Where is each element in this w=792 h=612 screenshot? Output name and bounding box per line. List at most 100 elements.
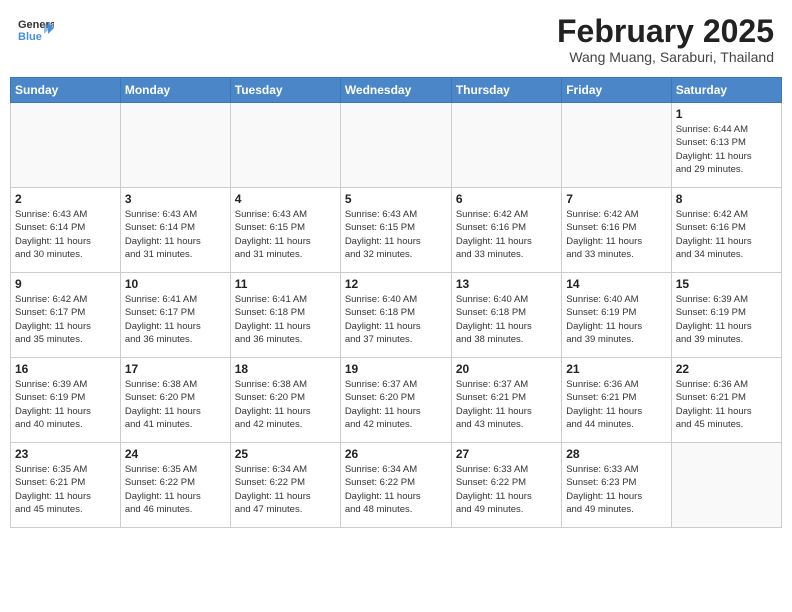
- day-info: Sunrise: 6:37 AM Sunset: 6:21 PM Dayligh…: [456, 378, 557, 431]
- day-number: 5: [345, 192, 447, 206]
- day-number: 17: [125, 362, 226, 376]
- page-header: General Blue February 2025 Wang Muang, S…: [10, 10, 782, 69]
- day-info: Sunrise: 6:41 AM Sunset: 6:17 PM Dayligh…: [125, 293, 226, 346]
- day-info: Sunrise: 6:39 AM Sunset: 6:19 PM Dayligh…: [676, 293, 777, 346]
- calendar-cell: 7 Sunrise: 6:42 AM Sunset: 6:16 PM Daylig…: [562, 188, 671, 273]
- calendar-cell: 23 Sunrise: 6:35 AM Sunset: 6:21 PM Dayli…: [11, 443, 121, 528]
- weekday-header-row: SundayMondayTuesdayWednesdayThursdayFrid…: [11, 78, 782, 103]
- calendar-cell: 8 Sunrise: 6:42 AM Sunset: 6:16 PM Daylig…: [671, 188, 781, 273]
- calendar-body: 1 Sunrise: 6:44 AM Sunset: 6:13 PM Daylig…: [11, 103, 782, 528]
- day-info: Sunrise: 6:42 AM Sunset: 6:16 PM Dayligh…: [566, 208, 666, 261]
- day-number: 26: [345, 447, 447, 461]
- calendar-cell: [451, 103, 561, 188]
- calendar-cell: 2Sunrise: 6:43 AM Sunset: 6:14 PM Daylig…: [11, 188, 121, 273]
- calendar-cell: 22Sunrise: 6:36 AM Sunset: 6:21 PM Dayli…: [671, 358, 781, 443]
- calendar-week-4: 16 Sunrise: 6:39 AM Sunset: 6:19 PM Dayli…: [11, 358, 782, 443]
- calendar-cell: 18Sunrise: 6:38 AM Sunset: 6:20 PM Dayli…: [230, 358, 340, 443]
- day-info: Sunrise: 6:40 AM Sunset: 6:19 PM Dayligh…: [566, 293, 666, 346]
- title-area: February 2025 Wang Muang, Saraburi, Thai…: [557, 14, 774, 65]
- day-number: 13: [456, 277, 557, 291]
- logo-area: General Blue: [18, 14, 54, 42]
- calendar-cell: 11Sunrise: 6:41 AM Sunset: 6:18 PM Dayli…: [230, 273, 340, 358]
- calendar-cell: [340, 103, 451, 188]
- day-number: 10: [125, 277, 226, 291]
- calendar-week-5: 23 Sunrise: 6:35 AM Sunset: 6:21 PM Dayli…: [11, 443, 782, 528]
- day-number: 3: [125, 192, 226, 206]
- calendar-cell: 1 Sunrise: 6:44 AM Sunset: 6:13 PM Daylig…: [671, 103, 781, 188]
- day-info: Sunrise: 6:36 AM Sunset: 6:21 PM Dayligh…: [676, 378, 777, 431]
- weekday-thursday: Thursday: [451, 78, 561, 103]
- calendar-cell: 6 Sunrise: 6:42 AM Sunset: 6:16 PM Daylig…: [451, 188, 561, 273]
- calendar-cell: 24Sunrise: 6:35 AM Sunset: 6:22 PM Dayli…: [120, 443, 230, 528]
- location-subtitle: Wang Muang, Saraburi, Thailand: [557, 49, 774, 65]
- calendar-cell: [11, 103, 121, 188]
- calendar-cell: 16 Sunrise: 6:39 AM Sunset: 6:19 PM Dayli…: [11, 358, 121, 443]
- weekday-tuesday: Tuesday: [230, 78, 340, 103]
- calendar-cell: 25 Sunrise: 6:34 AM Sunset: 6:22 PM Dayli…: [230, 443, 340, 528]
- calendar-cell: 21 Sunrise: 6:36 AM Sunset: 6:21 PM Dayli…: [562, 358, 671, 443]
- calendar-cell: 5 Sunrise: 6:43 AM Sunset: 6:15 PM Daylig…: [340, 188, 451, 273]
- weekday-friday: Friday: [562, 78, 671, 103]
- day-info: Sunrise: 6:43 AM Sunset: 6:14 PM Dayligh…: [125, 208, 226, 261]
- day-info: Sunrise: 6:44 AM Sunset: 6:13 PM Dayligh…: [676, 123, 777, 176]
- calendar-cell: 19 Sunrise: 6:37 AM Sunset: 6:20 PM Dayli…: [340, 358, 451, 443]
- calendar-cell: [562, 103, 671, 188]
- calendar-cell: 12Sunrise: 6:40 AM Sunset: 6:18 PM Dayli…: [340, 273, 451, 358]
- day-info: Sunrise: 6:42 AM Sunset: 6:16 PM Dayligh…: [456, 208, 557, 261]
- day-number: 28: [566, 447, 666, 461]
- day-info: Sunrise: 6:41 AM Sunset: 6:18 PM Dayligh…: [235, 293, 336, 346]
- calendar-cell: [120, 103, 230, 188]
- day-info: Sunrise: 6:33 AM Sunset: 6:23 PM Dayligh…: [566, 463, 666, 516]
- calendar-cell: 17 Sunrise: 6:38 AM Sunset: 6:20 PM Dayli…: [120, 358, 230, 443]
- day-info: Sunrise: 6:33 AM Sunset: 6:22 PM Dayligh…: [456, 463, 557, 516]
- day-info: Sunrise: 6:43 AM Sunset: 6:15 PM Dayligh…: [345, 208, 447, 261]
- weekday-sunday: Sunday: [11, 78, 121, 103]
- day-info: Sunrise: 6:34 AM Sunset: 6:22 PM Dayligh…: [345, 463, 447, 516]
- calendar-cell: 27 Sunrise: 6:33 AM Sunset: 6:22 PM Dayli…: [451, 443, 561, 528]
- weekday-saturday: Saturday: [671, 78, 781, 103]
- day-number: 8: [676, 192, 777, 206]
- day-info: Sunrise: 6:40 AM Sunset: 6:18 PM Dayligh…: [456, 293, 557, 346]
- day-info: Sunrise: 6:38 AM Sunset: 6:20 PM Dayligh…: [235, 378, 336, 431]
- calendar-cell: 15 Sunrise: 6:39 AM Sunset: 6:19 PM Dayli…: [671, 273, 781, 358]
- day-number: 1: [676, 107, 777, 121]
- day-number: 12: [345, 277, 447, 291]
- day-number: 15: [676, 277, 777, 291]
- calendar-cell: 28 Sunrise: 6:33 AM Sunset: 6:23 PM Dayli…: [562, 443, 671, 528]
- day-info: Sunrise: 6:34 AM Sunset: 6:22 PM Dayligh…: [235, 463, 336, 516]
- day-number: 25: [235, 447, 336, 461]
- calendar-cell: 26 Sunrise: 6:34 AM Sunset: 6:22 PM Dayli…: [340, 443, 451, 528]
- calendar-cell: 4Sunrise: 6:43 AM Sunset: 6:15 PM Daylig…: [230, 188, 340, 273]
- calendar-cell: [230, 103, 340, 188]
- day-info: Sunrise: 6:37 AM Sunset: 6:20 PM Dayligh…: [345, 378, 447, 431]
- logo-icon: General Blue: [18, 14, 54, 42]
- day-number: 27: [456, 447, 557, 461]
- day-number: 9: [15, 277, 116, 291]
- day-info: Sunrise: 6:39 AM Sunset: 6:19 PM Dayligh…: [15, 378, 116, 431]
- calendar-cell: 9 Sunrise: 6:42 AM Sunset: 6:17 PM Daylig…: [11, 273, 121, 358]
- day-info: Sunrise: 6:36 AM Sunset: 6:21 PM Dayligh…: [566, 378, 666, 431]
- day-number: 21: [566, 362, 666, 376]
- day-number: 4: [235, 192, 336, 206]
- calendar-cell: 3 Sunrise: 6:43 AM Sunset: 6:14 PM Daylig…: [120, 188, 230, 273]
- day-number: 7: [566, 192, 666, 206]
- calendar-cell: 13 Sunrise: 6:40 AM Sunset: 6:18 PM Dayli…: [451, 273, 561, 358]
- calendar-table: SundayMondayTuesdayWednesdayThursdayFrid…: [10, 77, 782, 528]
- calendar-week-3: 9 Sunrise: 6:42 AM Sunset: 6:17 PM Daylig…: [11, 273, 782, 358]
- calendar-cell: [671, 443, 781, 528]
- calendar-cell: 14Sunrise: 6:40 AM Sunset: 6:19 PM Dayli…: [562, 273, 671, 358]
- month-title: February 2025: [557, 14, 774, 49]
- day-info: Sunrise: 6:42 AM Sunset: 6:17 PM Dayligh…: [15, 293, 116, 346]
- day-info: Sunrise: 6:42 AM Sunset: 6:16 PM Dayligh…: [676, 208, 777, 261]
- weekday-wednesday: Wednesday: [340, 78, 451, 103]
- day-number: 20: [456, 362, 557, 376]
- day-info: Sunrise: 6:38 AM Sunset: 6:20 PM Dayligh…: [125, 378, 226, 431]
- calendar-week-2: 2 Sunrise: 6:43 AM Sunset: 6:14 PM Daylig…: [11, 188, 782, 273]
- day-info: Sunrise: 6:35 AM Sunset: 6:21 PM Dayligh…: [15, 463, 116, 516]
- day-number: 19: [345, 362, 447, 376]
- day-number: 6: [456, 192, 557, 206]
- day-number: 23: [15, 447, 116, 461]
- day-number: 2: [15, 192, 116, 206]
- day-number: 16: [15, 362, 116, 376]
- day-info: Sunrise: 6:35 AM Sunset: 6:22 PM Dayligh…: [125, 463, 226, 516]
